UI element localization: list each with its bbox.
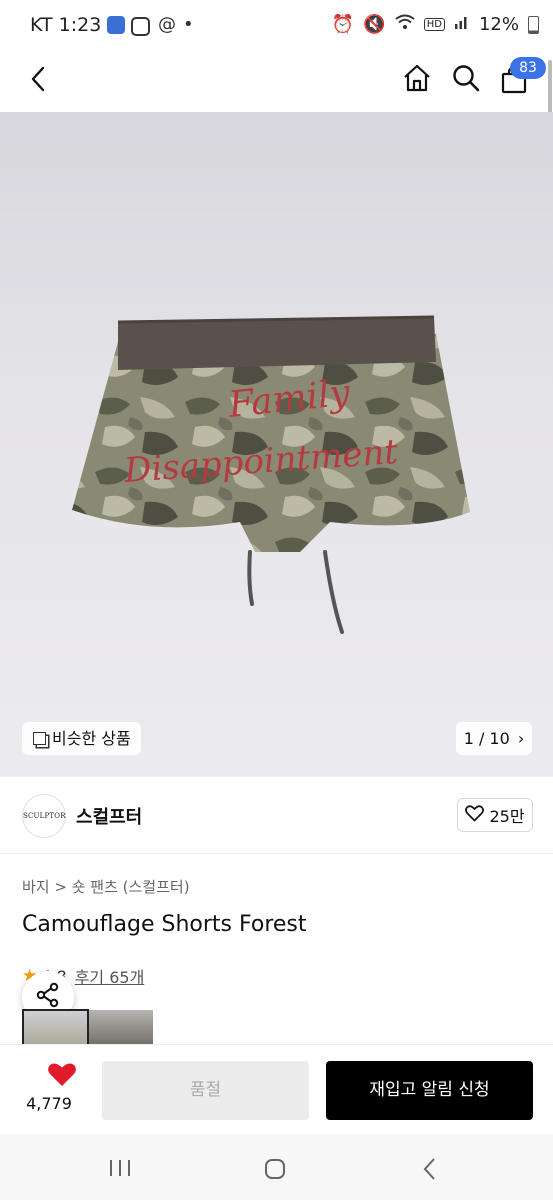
alarm-icon: ⏰	[331, 14, 355, 35]
similar-products-button[interactable]: 비슷한 상품	[22, 722, 141, 755]
soldout-button[interactable]: 품절	[102, 1061, 309, 1120]
breadcrumb[interactable]: 바지 > 숏 팬츠 (스컬프터)	[22, 876, 190, 897]
reviews-link[interactable]: 후기 65개	[75, 964, 145, 988]
seller-name[interactable]: 스컬프터	[76, 803, 142, 829]
battery-text: 12%	[478, 14, 519, 35]
product-image[interactable]: Family Disappointment	[0, 112, 553, 777]
status-dot: •	[183, 14, 194, 35]
search-icon[interactable]	[452, 64, 480, 96]
share-icon	[35, 982, 61, 1012]
restock-alert-button[interactable]: 재입고 알림 신청	[326, 1061, 533, 1120]
app-icon-blue	[107, 16, 125, 34]
store-like-count: 25만	[489, 807, 525, 826]
top-nav	[0, 54, 553, 112]
wifi-icon	[395, 14, 415, 35]
system-nav-bar	[0, 1134, 553, 1200]
similar-label: 비슷한 상품	[52, 729, 131, 748]
status-right: ⏰ 🔇 HD 12%	[332, 14, 539, 35]
threads-icon: @	[158, 14, 176, 35]
chevron-right-icon: ›	[517, 729, 525, 748]
scrollbar[interactable]	[548, 60, 552, 120]
product-title: Camouflage Shorts Forest	[22, 912, 307, 937]
home-icon[interactable]	[402, 63, 432, 97]
status-time: KT 1:23	[30, 14, 102, 36]
similar-icon	[33, 732, 46, 745]
wish-count: 4,779	[26, 1094, 72, 1113]
page-indicator-text: 1 / 10	[463, 729, 510, 748]
home-nav-icon[interactable]	[264, 1158, 286, 1184]
back-icon[interactable]	[28, 64, 50, 98]
mute-icon: 🔇	[363, 14, 386, 35]
store-like-button[interactable]: 25만	[457, 798, 533, 832]
status-bar: KT 1:23 @ • ⏰ 🔇 HD 12%	[0, 0, 553, 54]
instagram-icon	[131, 17, 150, 36]
recents-icon[interactable]	[108, 1158, 132, 1182]
signal-icon	[454, 14, 470, 35]
hd-icon: HD	[423, 18, 445, 31]
back-nav-icon[interactable]	[422, 1157, 438, 1185]
heart-filled-icon	[37, 1062, 86, 1092]
wish-button[interactable]: 4,779	[22, 1062, 86, 1122]
battery-icon	[528, 15, 539, 34]
shorts-illustration: Family Disappointment	[72, 315, 470, 634]
seller-logo[interactable]: SCULPTOR	[22, 794, 66, 838]
image-page-indicator[interactable]: 1 / 10 ›	[456, 722, 532, 755]
thumbnail-2[interactable]	[89, 1010, 153, 1048]
cart-count-badge: 83	[510, 57, 546, 79]
heart-outline-icon	[465, 804, 485, 826]
